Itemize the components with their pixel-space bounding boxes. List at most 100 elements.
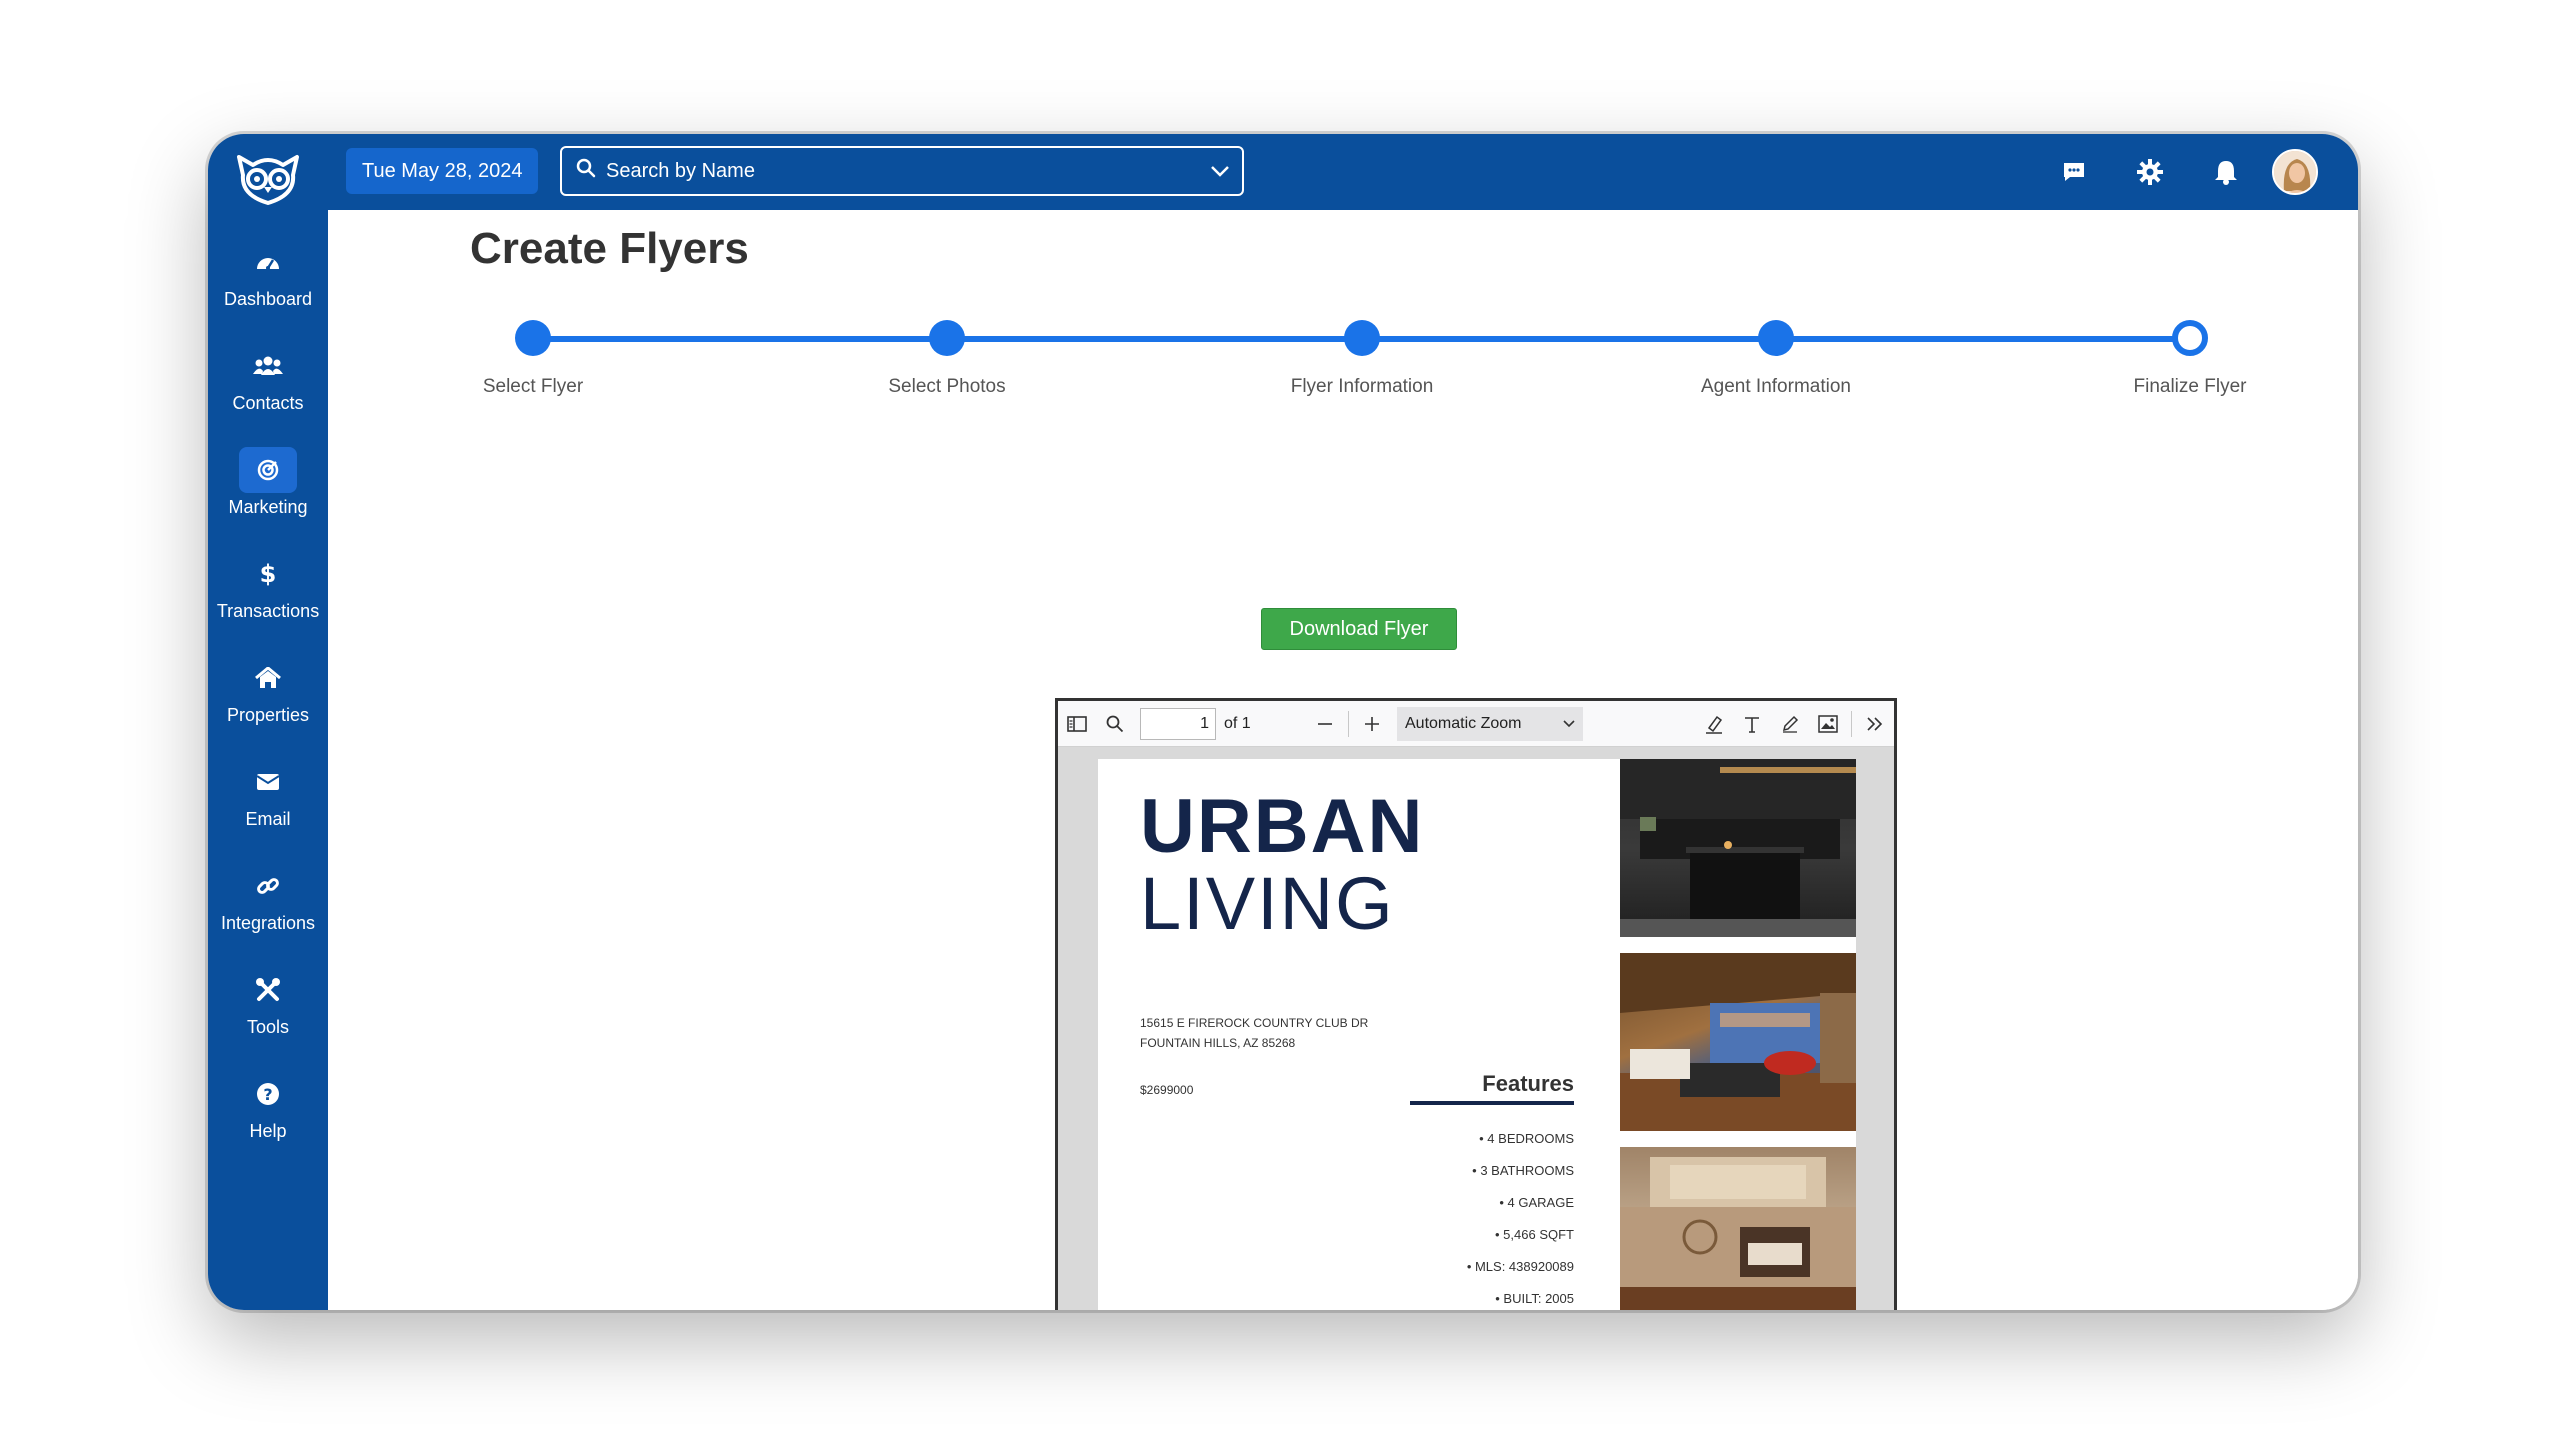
pdf-viewer: 1 of 1 Automatic Zoom URBAN LIVING 15615… (1055, 698, 1897, 1310)
step-dot (1344, 320, 1380, 356)
sidebar-item-label: Transactions (216, 600, 320, 621)
feature-item: • 5,466 SQFT (1495, 1227, 1574, 1242)
sidebar-item-email[interactable]: Email (208, 742, 328, 846)
email-icon (239, 759, 297, 805)
home-icon (239, 655, 297, 701)
zoom-value: Automatic Zoom (1405, 714, 1522, 732)
step-dot-current (2172, 320, 2208, 356)
svg-text:?: ? (263, 1085, 272, 1104)
flyer-title-line2: LIVING (1140, 862, 1395, 945)
flyer-address-line2: FOUNTAIN HILLS, AZ 85268 (1140, 1036, 1296, 1050)
progress-stepper: Select Flyer Select Photos Flyer Informa… (470, 320, 2254, 420)
sidebar-toggle-icon[interactable] (1058, 706, 1096, 742)
sidebar-item-properties[interactable]: Properties (208, 638, 328, 742)
sidebar-item-label: Properties (226, 704, 310, 725)
dollar-icon: $ (239, 551, 297, 597)
app-window: Dashboard Contacts Marketing $ Transacti… (208, 134, 2358, 1310)
chevron-down-icon (1563, 715, 1575, 733)
sidebar-item-label: Email (245, 808, 291, 829)
sidebar-item-contacts[interactable]: Contacts (208, 326, 328, 430)
top-icons (2036, 134, 2358, 210)
sidebar: Dashboard Contacts Marketing $ Transacti… (208, 134, 328, 1310)
page-title: Create Flyers (470, 224, 749, 273)
bedroom-photo (1620, 1147, 1856, 1310)
feature-item: • 4 BEDROOMS (1479, 1131, 1574, 1146)
date-button[interactable]: Tue May 28, 2024 (346, 148, 539, 194)
zoom-out-icon[interactable] (1306, 706, 1344, 742)
find-icon[interactable] (1096, 706, 1134, 742)
feature-item: • MLS: 438920089 (1466, 1259, 1574, 1274)
link-icon (239, 863, 297, 909)
sidebar-item-tools[interactable]: Tools (208, 950, 328, 1054)
text-tool-icon[interactable] (1733, 706, 1771, 742)
search-placeholder: Search by Name (606, 159, 755, 182)
step-agent-information[interactable]: Agent Information (1676, 320, 1876, 398)
step-dot (929, 320, 965, 356)
page-count: of 1 (1224, 714, 1251, 732)
step-dot (515, 320, 551, 356)
step-label: Select Photos (888, 376, 1006, 397)
sidebar-item-integrations[interactable]: Integrations (208, 846, 328, 950)
dashboard-icon (239, 239, 297, 285)
living-room-photo (1620, 953, 1856, 1131)
step-label: Flyer Information (1290, 376, 1434, 397)
step-select-flyer[interactable]: Select Flyer (433, 320, 633, 398)
owl-logo-icon[interactable] (230, 144, 306, 214)
sidebar-item-label: Help (249, 1120, 287, 1141)
avatar[interactable] (2272, 149, 2318, 195)
feature-item: • 4 GARAGE (1499, 1195, 1574, 1210)
download-flyer-button[interactable]: Download Flyer (1261, 608, 1457, 650)
toolbar-divider (1851, 710, 1852, 737)
zoom-in-icon[interactable] (1353, 706, 1391, 742)
sidebar-nav: Dashboard Contacts Marketing $ Transacti… (208, 222, 328, 1158)
step-label: Agent Information (1701, 376, 1851, 397)
chat-icon[interactable] (2036, 161, 2112, 183)
flyer-features-list: • 4 BEDROOMS • 3 BATHROOMS • 4 GARAGE • … (1374, 1123, 1574, 1310)
step-select-photos[interactable]: Select Photos (847, 320, 1047, 398)
highlight-icon[interactable] (1695, 706, 1733, 742)
flyer-address-line1: 15615 E FIREROCK COUNTRY CLUB DR (1140, 1016, 1369, 1030)
chevron-down-icon[interactable] (1210, 160, 1230, 183)
sidebar-item-transactions[interactable]: $ Transactions (208, 534, 328, 638)
sidebar-item-label: Contacts (232, 392, 304, 413)
tools-icon (239, 967, 297, 1013)
step-label: Finalize Flyer (2133, 376, 2247, 397)
flyer-address: 15615 E FIREROCK COUNTRY CLUB DR FOUNTAI… (1140, 1013, 1368, 1053)
gear-icon[interactable] (2112, 158, 2188, 186)
marketing-icon (239, 446, 297, 493)
draw-icon[interactable] (1771, 706, 1809, 742)
sidebar-item-label: Dashboard (223, 288, 313, 309)
step-dot (1758, 320, 1794, 356)
page-number-input[interactable]: 1 (1140, 707, 1216, 740)
sidebar-item-label: Integrations (220, 912, 316, 933)
step-label: Select Flyer (482, 376, 584, 397)
search-icon (576, 158, 596, 184)
pdf-toolbar: 1 of 1 Automatic Zoom (1058, 701, 1894, 747)
top-bar: Tue May 28, 2024 Search by Name (328, 134, 2358, 210)
main-content: Create Flyers Select Flyer Select Photos… (328, 210, 2358, 1310)
feature-item: • 3 BATHROOMS (1472, 1163, 1574, 1178)
sidebar-item-help[interactable]: ? Help (208, 1054, 328, 1158)
zoom-select[interactable]: Automatic Zoom (1397, 706, 1583, 741)
sidebar-item-marketing[interactable]: Marketing (208, 430, 328, 534)
svg-text:$: $ (260, 561, 276, 587)
step-flyer-information[interactable]: Flyer Information (1262, 320, 1462, 398)
flyer-features-heading: Features (1482, 1071, 1574, 1096)
sidebar-item-dashboard[interactable]: Dashboard (208, 222, 328, 326)
more-tools-icon[interactable] (1856, 706, 1894, 742)
screenshot-stage: Dashboard Contacts Marketing $ Transacti… (0, 0, 2560, 1440)
contacts-icon (239, 343, 297, 389)
kitchen-photo (1620, 759, 1856, 937)
sidebar-item-label: Tools (246, 1016, 290, 1037)
features-underline (1410, 1101, 1574, 1105)
search-input[interactable]: Search by Name (560, 146, 1244, 196)
bell-icon[interactable] (2188, 159, 2264, 185)
flyer-price: $2699000 (1140, 1083, 1194, 1097)
image-tool-icon[interactable] (1809, 706, 1847, 742)
feature-item: • BUILT: 2005 (1495, 1291, 1574, 1306)
flyer-title-line1: URBAN (1140, 784, 1425, 869)
step-finalize-flyer[interactable]: Finalize Flyer (2090, 320, 2290, 398)
toolbar-divider (1348, 710, 1349, 737)
sidebar-item-label: Marketing (228, 496, 308, 517)
flyer-page: URBAN LIVING 15615 E FIREROCK COUNTRY CL… (1098, 759, 1856, 1310)
